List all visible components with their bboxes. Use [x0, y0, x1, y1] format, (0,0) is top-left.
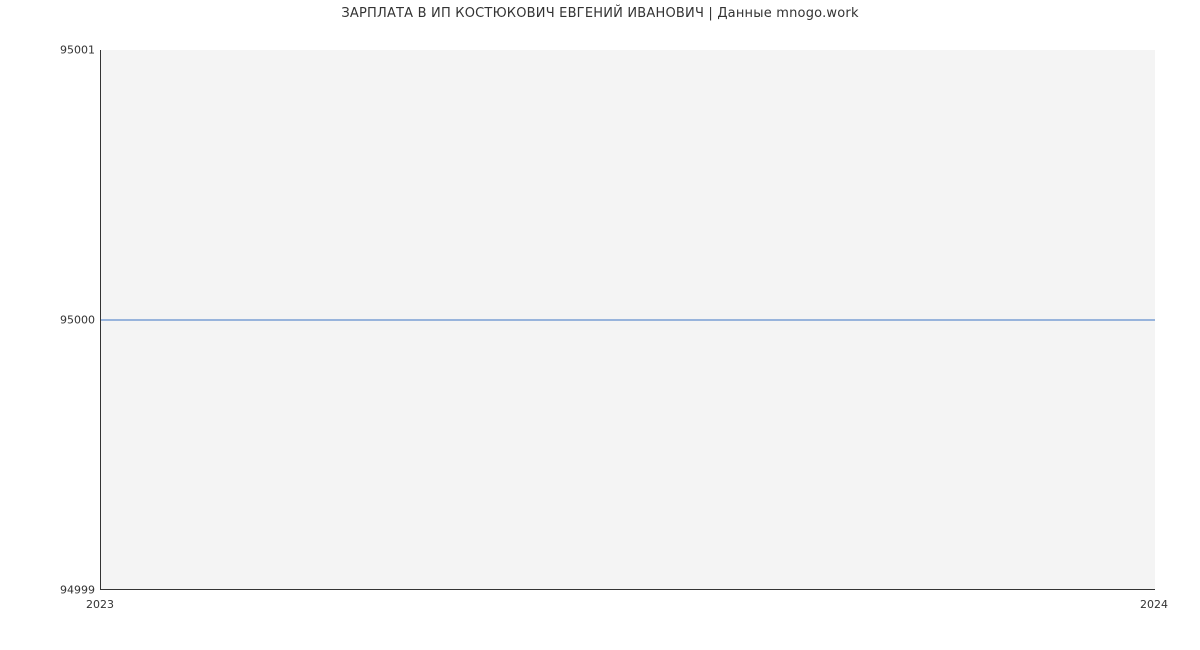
salary-line-chart: ЗАРПЛАТА В ИП КОСТЮКОВИЧ ЕВГЕНИЙ ИВАНОВИ… [0, 0, 1200, 650]
plot-area [100, 50, 1155, 590]
y-tick-bottom: 94999 [5, 584, 95, 597]
x-tick-left: 2023 [86, 598, 114, 611]
y-tick-mid: 95000 [5, 314, 95, 327]
salary-series-line [101, 319, 1155, 320]
x-tick-right: 2024 [1140, 598, 1168, 611]
chart-title: ЗАРПЛАТА В ИП КОСТЮКОВИЧ ЕВГЕНИЙ ИВАНОВИ… [0, 6, 1200, 21]
y-tick-top: 95001 [5, 44, 95, 57]
